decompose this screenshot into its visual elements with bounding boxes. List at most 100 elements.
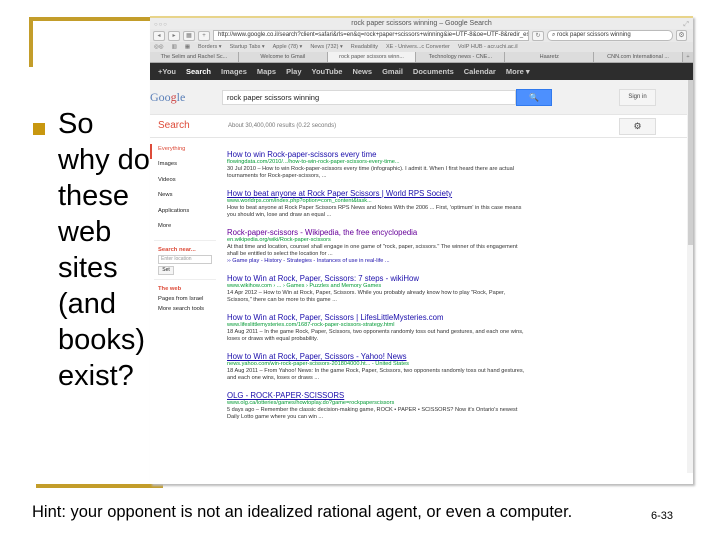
result-url: www.lifeslittlemysteries.com/1687-rock-p… <box>227 322 395 328</box>
result-title-link[interactable]: How to win Rock-paper-scissors every tim… <box>227 150 527 159</box>
gbar-link[interactable]: News <box>352 67 372 76</box>
result-snippet: 14 Apr 2012 – How to Win at Rock, Paper,… <box>227 290 506 303</box>
google-logo[interactable]: Google <box>150 90 185 105</box>
bookmark-item[interactable]: Readability <box>351 44 378 50</box>
result-url: en.wikipedia.org/wiki/Rock-paper-scissor… <box>227 237 331 243</box>
more-search-tools-link[interactable]: More search tools <box>150 304 220 314</box>
search-icon: 🔍 <box>529 93 539 102</box>
scrollbar-thumb[interactable] <box>688 80 693 245</box>
google-search-input[interactable]: rock paper scissors winning <box>222 90 516 105</box>
window-title: rock paper scissors winning – Google Sea… <box>351 20 492 27</box>
bookmark-item[interactable]: VoIP HUB - acr.uchi.ac.il <box>458 44 518 50</box>
add-bookmark-button[interactable]: + <box>198 30 210 41</box>
sign-in-button[interactable]: Sign in <box>619 89 656 106</box>
result-title-link[interactable]: Rock-paper-scissors - Wikipedia, the fre… <box>227 228 527 237</box>
pages-from-israel-link[interactable]: Pages from Israel <box>150 294 220 304</box>
gbar-link[interactable]: YouTube <box>312 67 343 76</box>
left-navigation: Everything Images Videos News Applicatio… <box>150 144 220 314</box>
the-web-title: The web <box>158 286 182 293</box>
reload-button[interactable]: ↻ <box>532 30 544 41</box>
browser-tab[interactable]: CNN.com International ... <box>594 52 683 62</box>
gbar-link[interactable]: +You <box>158 67 176 76</box>
result-snippet: How to beat anyone at Rock Paper Scissor… <box>227 205 522 218</box>
bookmarks-icon[interactable]: ▥ <box>172 44 177 50</box>
bookmark-item[interactable]: Borders ▾ <box>198 44 222 50</box>
gbar-link-active[interactable]: Search <box>186 67 211 76</box>
gbar-link[interactable]: Maps <box>257 67 276 76</box>
bookmark-item[interactable]: Startup Tabs ▾ <box>230 44 265 50</box>
search-result: How to win Rock-paper-scissors every tim… <box>227 150 527 180</box>
search-near-title: Search near... <box>158 247 196 254</box>
reading-list-icon[interactable]: ◎◎ <box>154 44 164 50</box>
search-result: How to Win at Rock, Paper, Scissors | Li… <box>227 313 527 343</box>
gbar-link[interactable]: Play <box>286 67 301 76</box>
slide-accent-line-left <box>29 17 33 67</box>
fullscreen-icon[interactable]: ⤢ <box>683 19 689 30</box>
result-snippet: 30 Jul 2010 – How to win Rock-paper-scis… <box>227 166 514 179</box>
nav-videos[interactable]: Videos <box>150 175 220 190</box>
gbar-link[interactable]: Images <box>221 67 247 76</box>
result-url: flowingdata.com/2010/.../how-to-win-rock… <box>227 159 400 165</box>
window-titlebar: ○○○ rock paper scissors winning – Google… <box>150 18 693 29</box>
result-url: www.wikihow.com › ... › Games › Puzzles … <box>227 283 382 289</box>
browser-search-field[interactable]: ⌕ rock paper scissors winning <box>547 30 673 41</box>
search-result: How to beat anyone at Rock Paper Scissor… <box>227 189 527 219</box>
bookmark-item[interactable]: Apple (78) ▾ <box>273 44 303 50</box>
nav-more[interactable]: More <box>150 221 220 236</box>
address-toolbar: ◂ ▸ ▦ + http://www.google.co.il/search?c… <box>150 29 693 42</box>
bullet-text: So why do these web sites (and books) ex… <box>58 108 150 392</box>
google-page: Google rock paper scissors winning 🔍 Sig… <box>150 80 693 473</box>
result-title-link[interactable]: OLG - ROCK·PAPER·SCISSORS <box>227 391 527 400</box>
back-button[interactable]: ◂ <box>153 30 165 41</box>
forward-button[interactable]: ▸ <box>168 30 180 41</box>
gbar-link[interactable]: Documents <box>413 67 454 76</box>
gbar-link[interactable]: Gmail <box>382 67 403 76</box>
search-result: OLG - ROCK·PAPER·SCISSORS www.olg.ca/lot… <box>227 391 527 421</box>
google-search-header: Google rock paper scissors winning 🔍 Sig… <box>150 80 693 115</box>
browser-tab[interactable]: Haaretz <box>505 52 595 62</box>
browser-tab[interactable]: Technology news - CNE... <box>416 52 506 62</box>
gear-icon: ⚙ <box>633 121 642 131</box>
nav-news[interactable]: News <box>150 190 220 205</box>
browser-tab[interactable]: Welcome to Gmail <box>238 52 328 62</box>
result-title-link[interactable]: How to Win at Rock, Paper, Scissors: 7 s… <box>227 274 527 283</box>
top-sites-icon[interactable]: ▦ <box>185 44 190 50</box>
nav-everything[interactable]: Everything <box>150 144 220 160</box>
nav-applications[interactable]: Applications <box>150 206 220 221</box>
browser-tab[interactable]: The Selim and Rachel Sc... <box>150 52 239 62</box>
result-title-link[interactable]: How to beat anyone at Rock Paper Scissor… <box>227 189 527 198</box>
google-nav-bar: +You Search Images Maps Play YouTube New… <box>150 63 693 80</box>
settings-gear-icon[interactable]: ⚙ <box>676 30 687 41</box>
gbar-link[interactable]: More ▾ <box>506 67 530 76</box>
tab-bar: The Selim and Rachel Sc... Welcome to Gm… <box>150 52 693 63</box>
result-snippet: 18 Aug 2011 – In the game Rock, Paper, S… <box>227 329 524 342</box>
results-info-bar: Search About 30,400,000 results (0.22 se… <box>150 115 693 138</box>
search-result: How to Win at Rock, Paper, Scissors: 7 s… <box>227 274 527 304</box>
set-location-button[interactable]: Set <box>158 266 174 276</box>
result-sitelinks[interactable]: ›› Game play - History - Strategies - In… <box>227 258 527 265</box>
nav-images[interactable]: Images <box>150 159 220 174</box>
divider <box>154 240 216 242</box>
result-title-link[interactable]: How to Win at Rock, Paper, Scissors - Ya… <box>227 352 527 361</box>
url-field[interactable]: http://www.google.co.il/search?client=sa… <box>213 30 529 41</box>
bookmark-item[interactable]: News (732) ▾ <box>310 44 342 50</box>
result-url: www.worldrps.com/index.php?option=com_co… <box>227 198 372 204</box>
search-results: How to win Rock-paper-scissors every tim… <box>227 150 527 430</box>
new-tab-button[interactable]: + <box>683 52 693 62</box>
location-input[interactable]: Enter location <box>158 255 212 265</box>
search-button[interactable]: 🔍 <box>516 89 552 106</box>
window-controls-icon[interactable]: ○○○ <box>154 20 168 31</box>
gbar-link[interactable]: Calendar <box>464 67 496 76</box>
tab-overview-button[interactable]: ▦ <box>183 30 195 41</box>
bookmarks-bar: ◎◎ ▥ ▦ Borders ▾ Startup Tabs ▾ Apple (7… <box>150 42 693 52</box>
slide-number: 6-33 <box>651 510 674 522</box>
result-snippet: At that time and location, counsel shall… <box>227 244 518 257</box>
result-title-link[interactable]: How to Win at Rock, Paper, Scissors | Li… <box>227 313 527 322</box>
url-text: http://www.google.co.il/search?client=sa… <box>218 32 529 38</box>
vertical-scrollbar[interactable] <box>687 80 693 473</box>
browser-screenshot: ○○○ rock paper scissors winning – Google… <box>150 16 693 484</box>
bookmark-item[interactable]: XE - Univers...c Converter <box>386 44 450 50</box>
browser-tab-active[interactable]: rock paper scissors winn... <box>327 52 417 62</box>
result-snippet: 18 Aug 2011 – From Yahoo! News: In the g… <box>227 368 525 381</box>
options-gear-button[interactable]: ⚙ <box>619 118 656 135</box>
